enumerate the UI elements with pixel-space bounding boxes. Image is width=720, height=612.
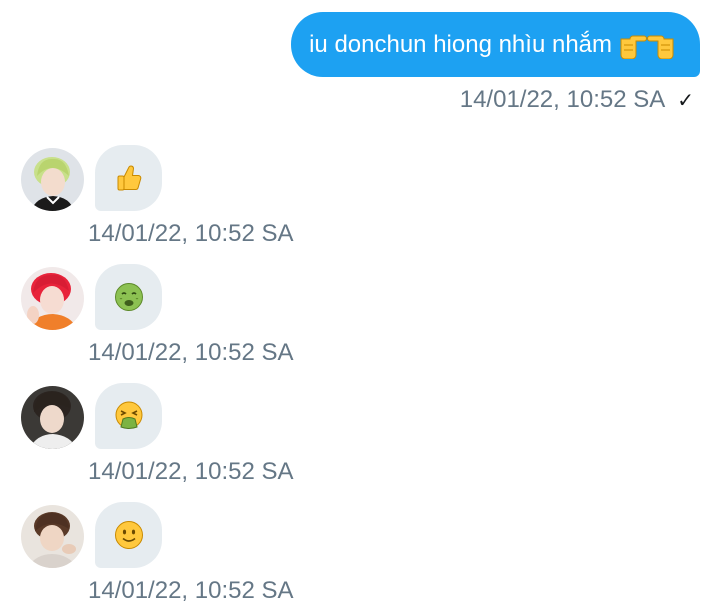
avatar[interactable]	[21, 386, 84, 449]
avatar[interactable]	[21, 148, 84, 211]
outgoing-message-text: iu donchun hiong nhìu nhắm	[309, 30, 612, 58]
slightly-smiling-face-icon	[114, 521, 143, 549]
pointing-hands-emoji	[618, 31, 676, 59]
vomiting-face-icon	[115, 401, 142, 429]
incoming-message-bubble[interactable]	[95, 145, 162, 211]
outgoing-message-meta: 14/01/22, 10:52 SA ✓	[460, 86, 694, 114]
thumbs-up-icon	[117, 165, 141, 191]
incoming-timestamp: 14/01/22, 10:52 SA	[88, 220, 294, 247]
incoming-message: 14/01/22, 10:52 SA	[0, 264, 720, 385]
incoming-message: 14/01/22, 10:52 SA	[0, 145, 720, 266]
pointing-left-hand-icon	[647, 35, 674, 59]
incoming-message: 14/01/22, 10:52 SA	[0, 502, 720, 612]
avatar[interactable]	[21, 505, 84, 568]
pointing-right-hand-icon	[620, 35, 647, 59]
incoming-timestamp: 14/01/22, 10:52 SA	[88, 458, 294, 485]
outgoing-message-bubble[interactable]: iu donchun hiong nhìu nhắm	[291, 12, 700, 77]
avatar[interactable]	[21, 267, 84, 330]
incoming-message-bubble[interactable]	[95, 264, 162, 330]
nauseated-face-icon	[114, 283, 143, 311]
incoming-message-bubble[interactable]	[95, 502, 162, 568]
check-icon: ✓	[677, 89, 694, 112]
incoming-message: 14/01/22, 10:52 SA	[0, 383, 720, 504]
incoming-message-bubble[interactable]	[95, 383, 162, 449]
incoming-timestamp: 14/01/22, 10:52 SA	[88, 577, 294, 604]
chat-conversation: iu donchun hiong nhìu nhắm 14/01/22, 10:…	[0, 0, 720, 612]
incoming-timestamp: 14/01/22, 10:52 SA	[88, 339, 294, 366]
outgoing-timestamp: 14/01/22, 10:52 SA	[459, 86, 666, 113]
